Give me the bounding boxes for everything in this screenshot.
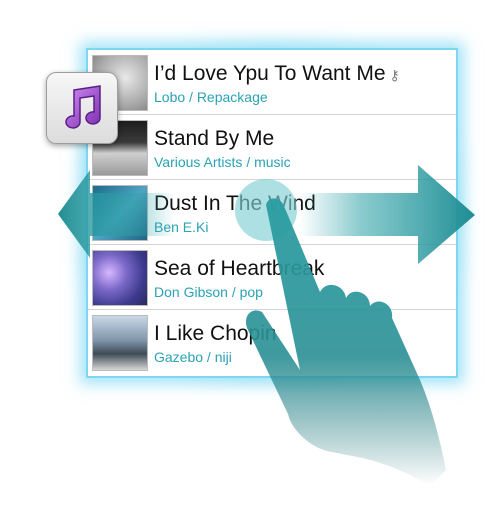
arrow-right-icon [300,165,475,264]
swipe-hand-icon [245,198,446,486]
swipe-overlay [58,165,475,486]
arrow-left-icon [58,170,175,258]
